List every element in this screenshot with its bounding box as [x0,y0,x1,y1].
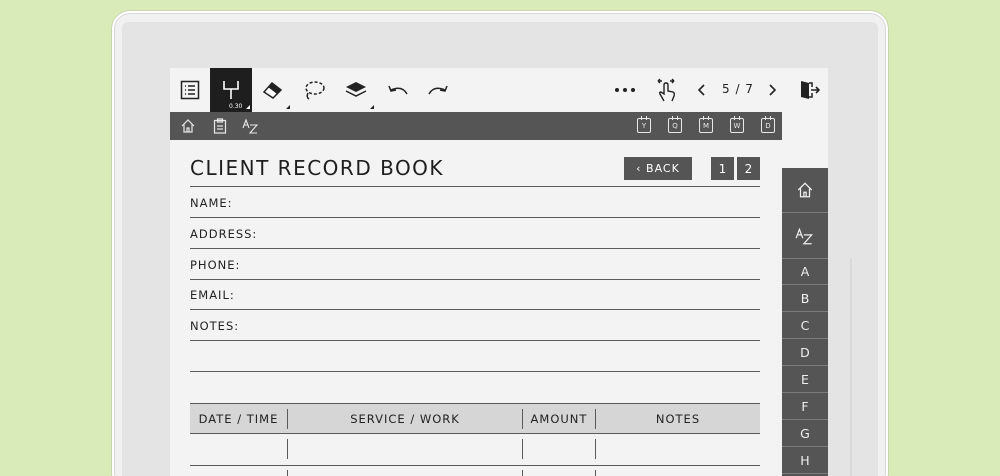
col-amount: AMOUNT [530,412,588,426]
col-divider [287,409,288,429]
toolbar: 0.30 5 / 7 [170,68,828,112]
notes-label: NOTES: [190,319,240,333]
undo-button[interactable] [380,68,416,112]
layers-icon [344,79,368,101]
phone-label: PHONE: [190,258,241,272]
eraser-button[interactable] [254,68,292,112]
address-line[interactable] [190,248,760,249]
touch-gesture-icon [654,77,678,103]
pen-options-indicator [246,105,250,109]
sidebar-letter-g[interactable]: G [782,420,828,446]
col-divider [522,439,523,459]
col-divider [287,439,288,459]
calendar-tab-week[interactable]: W [730,116,744,133]
back-button[interactable]: ‹ BACK [624,157,692,180]
notes-line-2[interactable] [190,371,760,372]
az-icon[interactable] [242,117,260,135]
toc-button[interactable] [170,68,210,112]
page-content: CLIENT RECORD BOOK ‹ BACK 1 2 NAME: ADDR… [170,140,782,476]
toc-icon [180,80,200,100]
col-service-work: SERVICE / WORK [350,412,460,426]
email-line[interactable] [190,309,760,310]
title-divider [190,186,760,187]
index-sidebar: A B C D E F G H [782,168,828,476]
top-nav-bar: Y Q M W D [170,112,782,140]
phone-line[interactable] [190,279,760,280]
col-divider [287,470,288,476]
screen: 0.30 5 / 7 Y Q M W D CLIENT RECORD BOOK … [170,68,828,476]
more-button[interactable] [608,68,642,112]
name-line[interactable] [190,217,760,218]
col-date-time: DATE / TIME [198,412,279,426]
sidebar-letter-e[interactable]: E [782,366,828,392]
calendar-tab-month[interactable]: M [699,116,713,133]
sidebar-az-icon[interactable] [782,213,828,258]
page-1-button[interactable]: 1 [711,157,734,180]
next-page-button[interactable] [762,68,784,112]
prev-page-button[interactable] [690,68,712,112]
notes-line[interactable] [190,340,760,341]
prev-page-icon [696,83,706,97]
address-label: ADDRESS: [190,227,258,241]
col-divider [522,409,523,429]
name-label: NAME: [190,196,233,210]
eraser-options-indicator [286,105,290,109]
home-icon[interactable] [179,117,197,135]
col-divider [595,409,596,429]
lasso-icon [302,79,326,101]
more-icon [614,87,636,93]
page-2-button[interactable]: 2 [737,157,760,180]
sidebar-letter-h[interactable]: H [782,447,828,473]
page-indicator: 5 / 7 [722,82,754,96]
calendar-tab-quarter[interactable]: Q [668,116,682,133]
col-notes: NOTES [655,412,701,426]
col-divider [595,439,596,459]
redo-icon [426,82,450,98]
sidebar-letter-f[interactable]: F [782,393,828,419]
pen-size-label: 0.30 [229,103,243,110]
col-divider [522,470,523,476]
exit-button[interactable] [794,68,824,112]
redo-button[interactable] [420,68,456,112]
page-title: CLIENT RECORD BOOK [190,156,445,180]
clipboard-icon[interactable] [211,117,229,135]
pen-tool-button[interactable]: 0.30 [210,68,252,112]
pen-icon [221,79,241,101]
sidebar-home-icon[interactable] [782,168,828,212]
undo-icon [386,82,410,98]
col-divider [595,470,596,476]
table-header: DATE / TIME SERVICE / WORK AMOUNT NOTES [190,403,760,433]
calendar-tab-day[interactable]: D [761,116,775,133]
layers-button[interactable] [336,68,376,112]
eraser-icon [262,80,284,100]
next-page-icon [768,83,778,97]
layers-options-indicator [370,105,374,109]
exit-icon [798,79,820,101]
table-row-line [190,465,760,466]
table-row-line [190,433,760,434]
sidebar-letter-c[interactable]: C [782,312,828,338]
lasso-button[interactable] [294,68,334,112]
sidebar-letter-a[interactable]: A [782,259,828,284]
scroll-track [850,258,852,476]
sidebar-divider [782,473,828,474]
sidebar-letter-b[interactable]: B [782,285,828,311]
touch-gesture-button[interactable] [648,68,684,112]
sidebar-letter-d[interactable]: D [782,339,828,365]
calendar-tab-year[interactable]: Y [637,116,651,133]
email-label: EMAIL: [190,288,235,302]
